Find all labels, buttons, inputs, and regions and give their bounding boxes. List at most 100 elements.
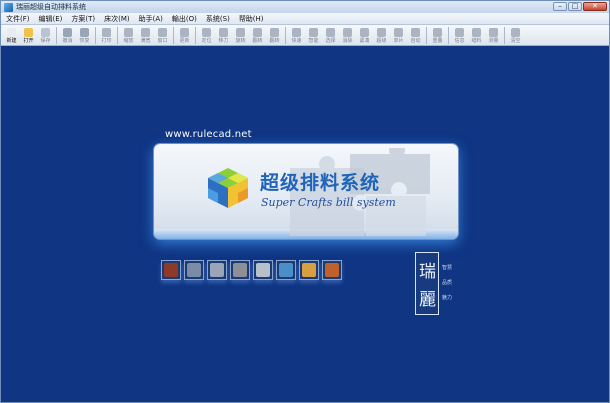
quick-launch-button[interactable] (253, 260, 273, 280)
measure-icon (489, 28, 498, 37)
toolbar-button[interactable]: 缝料 (468, 25, 485, 45)
toolbar-button-label: 恢复 (79, 38, 90, 44)
toolbar-button-label: 翻转 (252, 38, 263, 44)
title-bar[interactable]: 瑞丽超级自动排料系统 – □ ✕ (1, 1, 609, 13)
toolbar-button-label: 定位 (201, 38, 212, 44)
toolbar-button-label: 紧凑 (359, 38, 370, 44)
toolbar-button[interactable]: 重叠 (429, 25, 446, 45)
rotate-icon (236, 28, 245, 37)
toolbar-button-label: 测量 (488, 38, 499, 44)
undo-icon (63, 28, 72, 37)
toolbar-button-label: 满宽 (140, 38, 151, 44)
toolbar-button-label: 信息 (454, 38, 465, 44)
quick-launch-button[interactable] (230, 260, 250, 280)
toolbar-button[interactable]: 紧凑 (356, 25, 373, 45)
compact-icon (360, 28, 369, 37)
open-folder-icon (24, 28, 33, 37)
marker-sheet-icon (164, 263, 178, 277)
maximize-button[interactable]: □ (568, 2, 582, 11)
clear-all-icon (511, 28, 520, 37)
auto-icon (411, 28, 420, 37)
pointer-icon (202, 28, 211, 37)
window-title: 瑞丽超级自动排料系统 (16, 3, 86, 11)
toolbar-button[interactable]: 保存 (37, 25, 54, 45)
print-icon (102, 28, 111, 37)
toolbar-button[interactable]: 撤消 (59, 25, 76, 45)
toolbar-separator (195, 27, 196, 44)
main-workspace: www.rulecad.net 超级排料系统 Super Crafts bill… (1, 46, 609, 402)
quick-launch-button[interactable] (322, 260, 342, 280)
menu-item[interactable]: 帮助(H) (234, 14, 268, 24)
color-wheel-icon (302, 263, 316, 277)
overlap-icon (433, 28, 442, 37)
save-icon (41, 28, 50, 37)
quick-launch-button[interactable] (276, 260, 296, 280)
toolbar-separator (448, 27, 449, 44)
toolbar-button[interactable]: 定位 (198, 25, 215, 45)
toolbar-separator (426, 27, 427, 44)
toolbar-button-label: 重叠 (432, 38, 443, 44)
motto-text: 品质 (442, 280, 453, 286)
toolbar-button[interactable]: 窗口 (154, 25, 171, 45)
toolbar-button-label: 智能 (308, 38, 319, 44)
seam-icon (472, 28, 481, 37)
pattern-import-icon (187, 263, 201, 277)
table-icon (256, 263, 270, 277)
toolbar-button-label: 撤消 (62, 38, 73, 44)
close-button[interactable]: ✕ (583, 2, 607, 11)
menu-item[interactable]: 助手(A) (134, 14, 167, 24)
menu-item[interactable]: 輸出(O) (167, 14, 201, 24)
single-piece-icon (394, 28, 403, 37)
menu-item[interactable]: 系统(S) (201, 14, 234, 24)
toolbar-button-label: 更新 (179, 38, 190, 44)
toolbar-button[interactable]: 测量 (485, 25, 502, 45)
seal-char: 麗 (419, 290, 436, 310)
toolbar-button[interactable]: 恢复 (76, 25, 93, 45)
minimize-button[interactable]: – (553, 2, 567, 11)
export-icon (210, 263, 224, 277)
toolbar-button[interactable]: 单片 (390, 25, 407, 45)
quick-launch-button[interactable] (299, 260, 319, 280)
toolbar-button[interactable]: 满宽 (137, 25, 154, 45)
toolbar-button[interactable]: 新建 (3, 25, 20, 45)
toolbar-button[interactable]: 消除 (339, 25, 356, 45)
toolbar-button[interactable]: 选择 (322, 25, 339, 45)
quick-icon (292, 28, 301, 37)
toolbar-button[interactable]: 翻转 (266, 25, 283, 45)
toolbar-button[interactable]: 智能 (305, 25, 322, 45)
menu-item[interactable]: 编辑(E) (34, 14, 67, 24)
zoom-icon (124, 28, 133, 37)
toolbar-button[interactable]: 缩放 (120, 25, 137, 45)
toolbar-button-label: 打印 (101, 38, 112, 44)
toolbar-button[interactable]: 打印 (98, 25, 115, 45)
toolbar-button[interactable]: 自动 (407, 25, 424, 45)
toolbar-button[interactable]: 旋转 (232, 25, 249, 45)
toolbar-button-label: 新建 (6, 38, 17, 44)
toolbar-button[interactable]: 超级 (373, 25, 390, 45)
quick-launch-button[interactable] (184, 260, 204, 280)
quick-launch-button[interactable] (207, 260, 227, 280)
quick-launch-button[interactable] (161, 260, 181, 280)
menu-item[interactable]: 文件(F) (1, 14, 34, 24)
toolbar-button[interactable]: 更新 (176, 25, 193, 45)
menu-bar: 文件(F) 编辑(E) 方案(T) 床次(M) 助手(A) 輸出(O) 系统(S) 帮助(H) (1, 13, 609, 25)
menu-item[interactable]: 床次(M) (99, 14, 134, 24)
flip-icon (253, 28, 262, 37)
app-logo-icon (4, 2, 13, 12)
website-url: www.rulecad.net (165, 129, 252, 140)
toolbar-button[interactable]: 翻转 (249, 25, 266, 45)
toolbar-separator (56, 27, 57, 44)
new-file-icon (7, 28, 16, 37)
menu-item[interactable]: 方案(T) (66, 14, 99, 24)
toolbar-button[interactable]: 移力 (215, 25, 232, 45)
toolbar-button[interactable]: 快速 (288, 25, 305, 45)
toolbar-separator (117, 27, 118, 44)
toolbar-button-label: 打开 (23, 38, 34, 44)
toolbar-button[interactable]: 清空 (507, 25, 524, 45)
info-icon (455, 28, 464, 37)
toolbar-button-label: 单片 (393, 38, 404, 44)
seal-char: 瑞 (419, 262, 436, 282)
toolbar-button[interactable]: 打开 (20, 25, 37, 45)
toolbar-button[interactable]: 信息 (451, 25, 468, 45)
toolbar-separator (285, 27, 286, 44)
